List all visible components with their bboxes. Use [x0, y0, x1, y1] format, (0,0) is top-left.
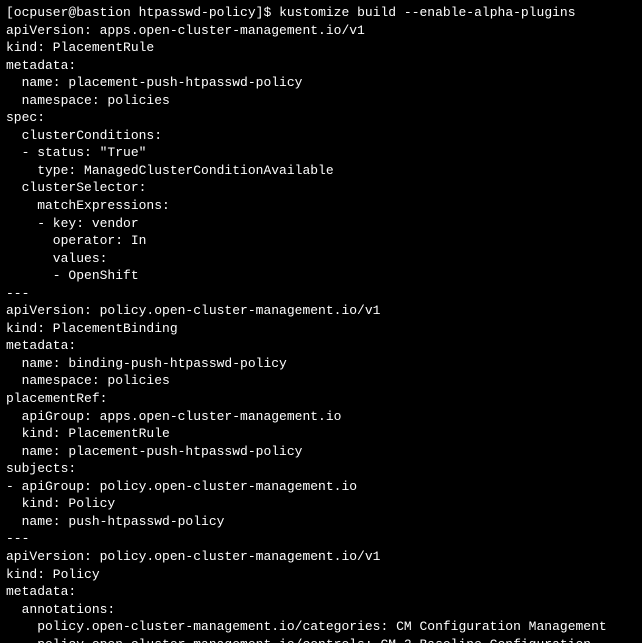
output-line: apiVersion: apps.open-cluster-management… — [6, 23, 365, 38]
output-line: kind: Policy — [6, 496, 115, 511]
output-line: subjects: — [6, 461, 76, 476]
output-line: name: push-htpasswd-policy — [6, 514, 224, 529]
output-line: apiGroup: apps.open-cluster-management.i… — [6, 409, 341, 424]
output-line: namespace: policies — [6, 93, 170, 108]
output-line: operator: In — [6, 233, 146, 248]
output-line: metadata: — [6, 584, 76, 599]
output-line: - status: "True" — [6, 145, 146, 160]
output-line: kind: PlacementRule — [6, 40, 154, 55]
terminal-output[interactable]: [ocpuser@bastion htpasswd-policy]$ kusto… — [0, 0, 642, 643]
output-line: policy.open-cluster-management.io/contro… — [6, 637, 591, 643]
output-line: kind: PlacementBinding — [6, 321, 178, 336]
output-line: policy.open-cluster-management.io/catego… — [6, 619, 607, 634]
output-line: name: binding-push-htpasswd-policy — [6, 356, 287, 371]
output-line: - apiGroup: policy.open-cluster-manageme… — [6, 479, 357, 494]
output-line: matchExpressions: — [6, 198, 170, 213]
output-line: clusterConditions: — [6, 128, 162, 143]
output-line: name: placement-push-htpasswd-policy — [6, 444, 302, 459]
command-text: kustomize build --enable-alpha-plugins — [279, 5, 575, 20]
output-line: clusterSelector: — [6, 180, 146, 195]
output-line: kind: Policy — [6, 567, 100, 582]
output-line: kind: PlacementRule — [6, 426, 170, 441]
output-line: annotations: — [6, 602, 115, 617]
output-line: - OpenShift — [6, 268, 139, 283]
output-line: spec: — [6, 110, 45, 125]
output-line: apiVersion: policy.open-cluster-manageme… — [6, 549, 380, 564]
output-line: placementRef: — [6, 391, 107, 406]
prompt-symbol: $ — [263, 5, 271, 20]
output-line: values: — [6, 251, 107, 266]
prompt-user-host: [ocpuser@bastion htpasswd-policy] — [6, 5, 263, 20]
output-line: metadata: — [6, 338, 76, 353]
output-line: namespace: policies — [6, 373, 170, 388]
output-line: --- — [6, 286, 29, 301]
output-line: apiVersion: policy.open-cluster-manageme… — [6, 303, 380, 318]
output-line: --- — [6, 531, 29, 546]
output-line: metadata: — [6, 58, 76, 73]
output-line: - key: vendor — [6, 216, 139, 231]
output-line: name: placement-push-htpasswd-policy — [6, 75, 302, 90]
output-line: type: ManagedClusterConditionAvailable — [6, 163, 334, 178]
